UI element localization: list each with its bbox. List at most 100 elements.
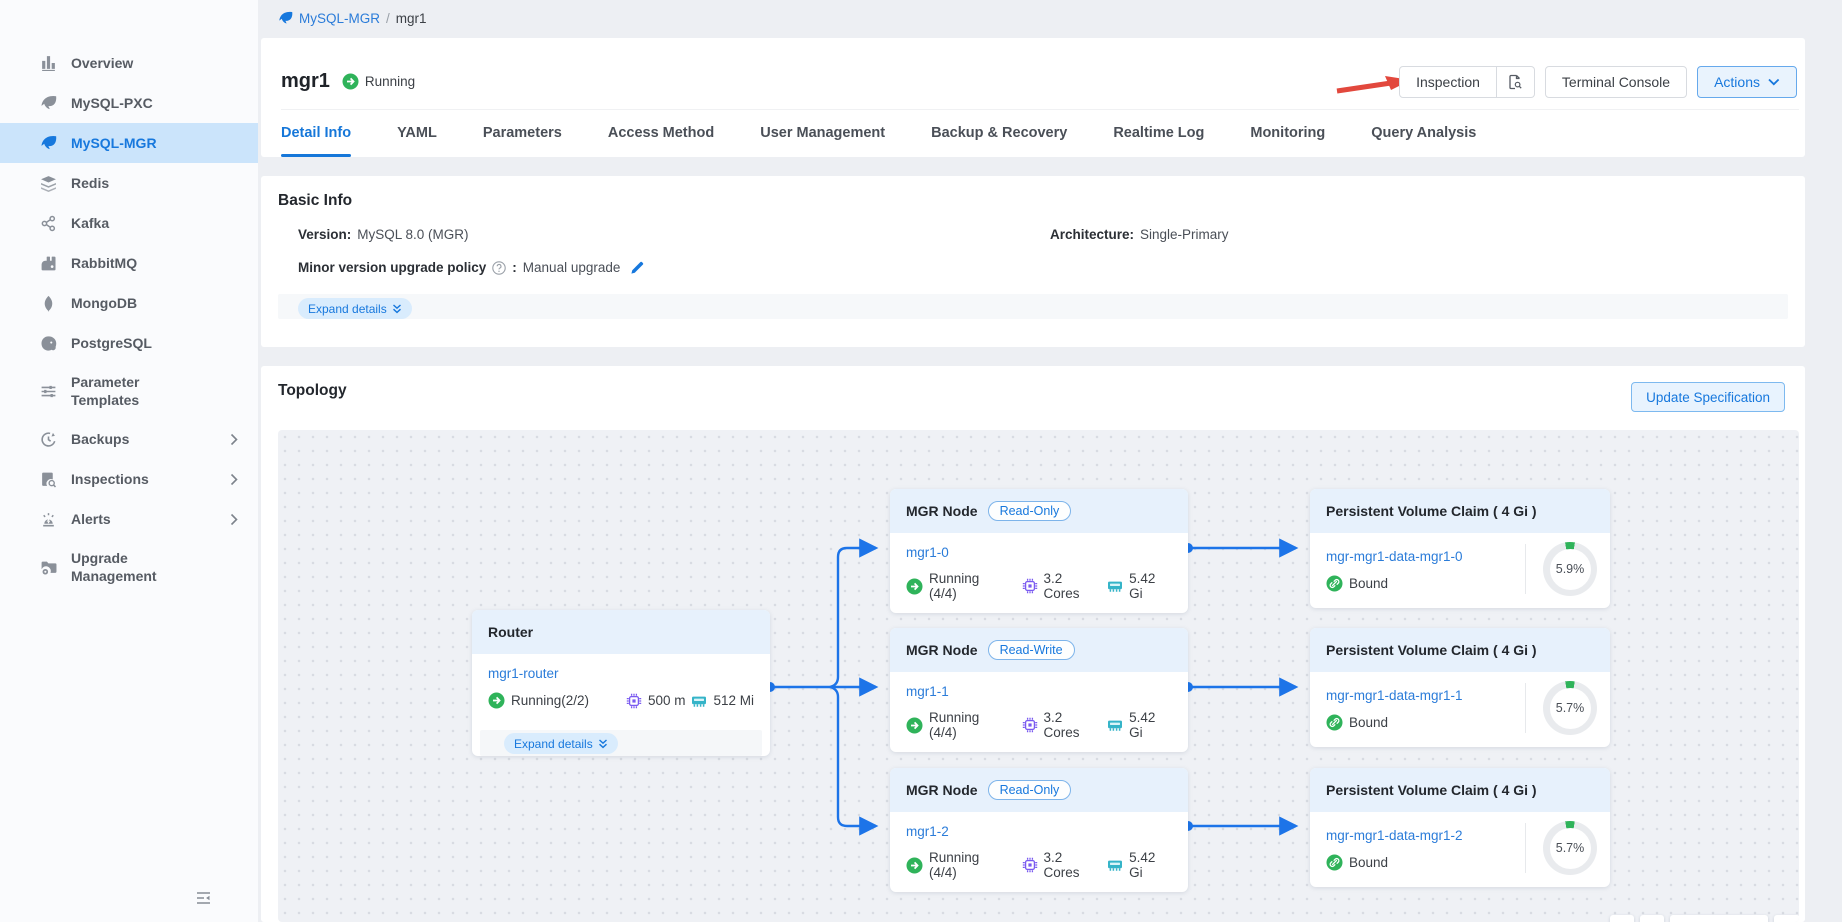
tab-yaml[interactable]: YAML xyxy=(397,109,437,157)
divider xyxy=(1525,683,1526,733)
inspection-button-group: Inspection xyxy=(1399,66,1535,98)
actions-label: Actions xyxy=(1714,74,1760,90)
tab-backup-recovery[interactable]: Backup & Recovery xyxy=(931,109,1067,157)
fit-view-button[interactable] xyxy=(1774,915,1799,922)
sidebar-item-label: RabbitMQ xyxy=(71,255,137,271)
update-specification-button[interactable]: Update Specification xyxy=(1631,382,1785,412)
role-badge: Read-Only xyxy=(988,780,1072,800)
router-node-card[interactable]: Router mgr1-router Running(2/2) 500 m 51… xyxy=(472,610,770,756)
tab-detail-info[interactable]: Detail Info xyxy=(281,109,351,157)
mgr-header-label: MGR Node xyxy=(906,782,978,798)
tab-user-management[interactable]: User Management xyxy=(760,109,885,157)
router-expand-band: Expand details xyxy=(480,730,762,756)
bar-chart-icon xyxy=(40,55,57,72)
breadcrumb-parent-link[interactable]: MySQL-MGR xyxy=(299,11,380,26)
sidebar-item-backups[interactable]: Backups xyxy=(0,419,258,459)
sidebar-item-mongodb[interactable]: MongoDB xyxy=(0,283,258,323)
terminal-console-button[interactable]: Terminal Console xyxy=(1545,66,1687,98)
pvc-status-row: Bound xyxy=(1326,575,1525,592)
sidebar-item-label: Parameter Templates xyxy=(71,373,181,409)
mgr-status: Running (4/4) xyxy=(929,850,1010,880)
memory-icon xyxy=(691,693,707,709)
pvc-name-link[interactable]: mgr-mgr1-data-mgr1-0 xyxy=(1326,549,1463,564)
mgr-node-card-0[interactable]: MGR Node Read-Only mgr1-0 Running (4/4) … xyxy=(890,489,1188,613)
cpu-chip-icon xyxy=(626,693,642,709)
role-badge: Read-Only xyxy=(988,501,1072,521)
mgr-pod-link[interactable]: mgr1-1 xyxy=(906,684,949,699)
inspection-button[interactable]: Inspection xyxy=(1399,66,1497,98)
memory-icon xyxy=(1107,857,1123,873)
dolphin-icon xyxy=(40,135,57,152)
main-area: MySQL-MGR / mgr1 mgr1 Running Inspection xyxy=(258,0,1842,922)
sidebar-collapse-icon[interactable] xyxy=(196,891,211,910)
sidebar-item-kafka[interactable]: Kafka xyxy=(0,203,258,243)
edit-pencil-icon[interactable] xyxy=(630,260,645,275)
help-circle-icon[interactable] xyxy=(492,261,506,275)
upgrade-policy-label: Minor version upgrade policy xyxy=(298,260,486,275)
usage-percent-label: 5.9% xyxy=(1543,542,1597,596)
double-chevron-down-icon xyxy=(598,739,608,749)
sidebar-item-mysql-pxc[interactable]: MySQL-PXC xyxy=(0,83,258,123)
sidebar-item-alerts[interactable]: Alerts xyxy=(0,499,258,539)
pvc-name-link[interactable]: mgr-mgr1-data-mgr1-1 xyxy=(1326,688,1463,703)
pvc-header: Persistent Volume Claim ( 4 Gi ) xyxy=(1310,489,1610,533)
sidebar-item-upgrade-management[interactable]: Upgrade Management xyxy=(0,539,258,595)
usage-percent-label: 5.7% xyxy=(1543,821,1597,875)
sidebar-item-inspections[interactable]: Inspections xyxy=(0,459,258,499)
version-label: Version: xyxy=(298,227,351,242)
mgr-node-body: mgr1-0 Running (4/4) 3.2 Cores 5.42 Gi xyxy=(890,533,1188,613)
sidebar-item-overview[interactable]: Overview xyxy=(0,43,258,83)
mgr-node-card-1[interactable]: MGR Node Read-Write mgr1-1 Running (4/4)… xyxy=(890,628,1188,752)
actions-dropdown-button[interactable]: Actions xyxy=(1697,66,1797,98)
inspection-report-button[interactable] xyxy=(1497,66,1535,98)
zoom-out-button[interactable] xyxy=(1610,915,1634,922)
chevron-right-icon xyxy=(230,433,238,446)
sidebar-item-parameter-templates[interactable]: Parameter Templates xyxy=(0,363,258,419)
mgr-pod-link[interactable]: mgr1-2 xyxy=(906,824,949,839)
router-expand-details-button[interactable]: Expand details xyxy=(504,733,618,754)
sidebar-item-rabbitmq[interactable]: RabbitMQ xyxy=(0,243,258,283)
pvc-card-0[interactable]: Persistent Volume Claim ( 4 Gi ) mgr-mgr… xyxy=(1310,489,1610,608)
router-node-header: Router xyxy=(472,610,770,654)
tab-monitoring[interactable]: Monitoring xyxy=(1250,109,1325,157)
sidebar-item-label: Upgrade Management xyxy=(71,549,181,585)
tab-parameters[interactable]: Parameters xyxy=(483,109,562,157)
sidebar-item-label: Backups xyxy=(71,431,129,447)
mgr-node-card-2[interactable]: MGR Node Read-Only mgr1-2 Running (4/4) … xyxy=(890,768,1188,892)
pvc-card-1[interactable]: Persistent Volume Claim ( 4 Gi ) mgr-mgr… xyxy=(1310,628,1610,747)
sidebar-item-redis[interactable]: Redis xyxy=(0,163,258,203)
kafka-icon xyxy=(40,215,57,232)
pvc-status: Bound xyxy=(1349,576,1388,591)
tab-access-method[interactable]: Access Method xyxy=(608,109,714,157)
usage-gauge: 5.7% xyxy=(1543,821,1597,875)
sidebar-item-mysql-mgr[interactable]: MySQL-MGR xyxy=(0,123,258,163)
mgr-cpu: 3.2 Cores xyxy=(1044,710,1102,740)
zoom-in-button[interactable] xyxy=(1640,915,1664,922)
expand-details-button[interactable]: Expand details xyxy=(298,298,412,319)
mgr-node-body: mgr1-1 Running (4/4) 3.2 Cores 5.42 Gi xyxy=(890,672,1188,752)
pvc-card-2[interactable]: Persistent Volume Claim ( 4 Gi ) mgr-mgr… xyxy=(1310,768,1610,887)
tab-query-analysis[interactable]: Query Analysis xyxy=(1371,109,1476,157)
topology-canvas[interactable]: Router mgr1-router Running(2/2) 500 m 51… xyxy=(278,430,1799,922)
divider xyxy=(1525,544,1526,594)
tab-realtime-log[interactable]: Realtime Log xyxy=(1113,109,1204,157)
mgr-node-header: MGR Node Read-Write xyxy=(890,628,1188,672)
divider xyxy=(1525,823,1526,873)
zoom-slider[interactable] xyxy=(1670,915,1768,922)
cluster-title-row: mgr1 Running xyxy=(281,66,415,96)
pvc-header-label: Persistent Volume Claim ( 4 Gi ) xyxy=(1326,503,1537,519)
role-badge: Read-Write xyxy=(988,640,1075,660)
chevron-right-icon xyxy=(230,473,238,486)
dolphin-icon xyxy=(278,11,293,26)
running-status-icon xyxy=(488,692,505,709)
breadcrumb: MySQL-MGR / mgr1 xyxy=(258,0,1842,37)
pvc-name-link[interactable]: mgr-mgr1-data-mgr1-2 xyxy=(1326,828,1463,843)
router-name-link[interactable]: mgr1-router xyxy=(488,666,559,681)
cpu-chip-icon xyxy=(1022,578,1038,594)
mgr-pod-link[interactable]: mgr1-0 xyxy=(906,545,949,560)
sidebar-item-label: MongoDB xyxy=(71,295,137,311)
bound-link-icon xyxy=(1326,575,1343,592)
mgr-header-label: MGR Node xyxy=(906,642,978,658)
sidebar-item-postgresql[interactable]: PostgreSQL xyxy=(0,323,258,363)
running-status-icon xyxy=(342,73,359,90)
